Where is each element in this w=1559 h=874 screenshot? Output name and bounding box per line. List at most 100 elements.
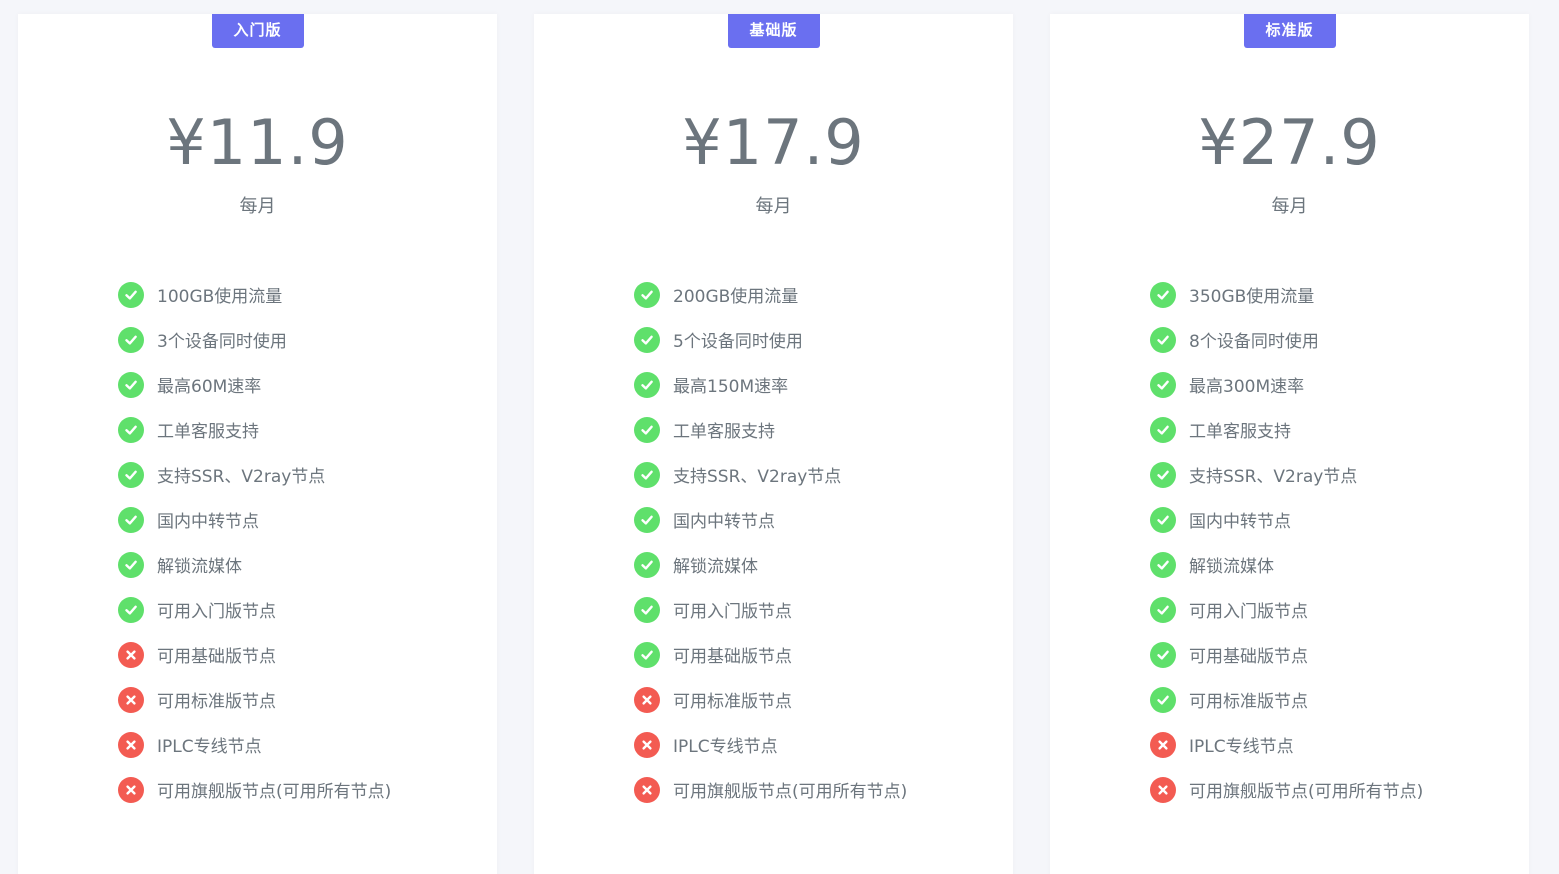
feature-item: 可用标准版节点	[118, 677, 391, 722]
check-circle-icon	[1150, 416, 1176, 443]
feature-item: 最高60M速率	[118, 362, 391, 407]
plan-badge: 标准版	[1243, 14, 1336, 48]
check-circle-icon	[1150, 551, 1176, 578]
feature-item: 可用基础版节点	[118, 632, 391, 677]
feature-label: 支持SSR、V2ray节点	[1189, 467, 1358, 487]
check-circle-icon	[1150, 641, 1176, 668]
feature-label: 国内中转节点	[1189, 512, 1291, 532]
check-circle-icon	[634, 596, 660, 623]
check-circle-icon	[1150, 596, 1176, 623]
feature-item: 解锁流媒体	[118, 542, 391, 587]
feature-label: 可用标准版节点	[673, 692, 792, 712]
feature-label: 支持SSR、V2ray节点	[673, 467, 842, 487]
feature-label: 可用标准版节点	[157, 692, 276, 712]
feature-item: 可用入门版节点	[118, 587, 391, 632]
plan-card-standard[interactable]: 标准版 ¥27.9 每月 350GB使用流量 8个设备同时使用 最高300M速率 工单…	[1050, 14, 1529, 874]
feature-label: 可用旗舰版节点(可用所有节点)	[157, 782, 392, 802]
check-circle-icon	[1150, 371, 1176, 398]
feature-item: IPLC专线节点	[634, 722, 907, 767]
plan-badge: 基础版	[727, 14, 820, 48]
feature-item: 最高300M速率	[1150, 362, 1423, 407]
feature-item: 350GB使用流量	[1150, 272, 1423, 317]
feature-label: 工单客服支持	[673, 422, 775, 442]
feature-label: 可用标准版节点	[1189, 692, 1308, 712]
plan-price: ¥11.9	[166, 106, 349, 179]
feature-item: 最高150M速率	[634, 362, 907, 407]
feature-item: 工单客服支持	[118, 407, 391, 452]
check-circle-icon	[1150, 461, 1176, 488]
feature-label: IPLC专线节点	[157, 737, 262, 757]
feature-label: 可用入门版节点	[673, 602, 792, 622]
feature-item: 可用入门版节点	[634, 587, 907, 632]
feature-item: 支持SSR、V2ray节点	[1150, 452, 1423, 497]
feature-label: 最高300M速率	[1189, 377, 1305, 397]
feature-label: 3个设备同时使用	[157, 332, 287, 352]
feature-label: 350GB使用流量	[1189, 287, 1315, 307]
feature-label: 支持SSR、V2ray节点	[157, 467, 326, 487]
feature-label: IPLC专线节点	[673, 737, 778, 757]
plan-card-basic[interactable]: 基础版 ¥17.9 每月 200GB使用流量 5个设备同时使用 最高150M速率 工单…	[534, 14, 1013, 874]
feature-label: 解锁流媒体	[1189, 557, 1274, 577]
feature-item: IPLC专线节点	[118, 722, 391, 767]
feature-item: 5个设备同时使用	[634, 317, 907, 362]
feature-item: 工单客服支持	[1150, 407, 1423, 452]
feature-label: 5个设备同时使用	[673, 332, 803, 352]
feature-label: 工单客服支持	[1189, 422, 1291, 442]
check-circle-icon	[634, 506, 660, 533]
feature-list: 200GB使用流量 5个设备同时使用最高150M速率工单客服支持支持SSR、V2r…	[634, 272, 907, 812]
plan-card-entry[interactable]: 入门版 ¥11.9 每月 100GB使用流量 3个设备同时使用 最高60M速率 工单客…	[18, 14, 497, 874]
feature-item: 可用旗舰版节点(可用所有节点)	[118, 767, 391, 812]
check-circle-icon	[1150, 326, 1176, 353]
feature-item: 3个设备同时使用	[118, 317, 391, 362]
x-circle-icon	[634, 776, 660, 803]
feature-list: 100GB使用流量 3个设备同时使用 最高60M速率工单客服支持支持SSR、V2ra…	[118, 272, 391, 812]
x-circle-icon	[118, 731, 144, 758]
plan-price: ¥17.9	[682, 106, 865, 179]
feature-item: 可用基础版节点	[634, 632, 907, 677]
feature-item: 可用旗舰版节点(可用所有节点)	[1150, 767, 1423, 812]
check-circle-icon	[634, 551, 660, 578]
feature-item: 国内中转节点	[1150, 497, 1423, 542]
check-circle-icon	[1150, 686, 1176, 713]
check-circle-icon	[1150, 506, 1176, 533]
feature-list: 350GB使用流量 8个设备同时使用 最高300M速率 工单客服支持支持SSR、V2r…	[1150, 272, 1423, 812]
feature-label: 可用基础版节点	[673, 647, 792, 667]
feature-label: 解锁流媒体	[157, 557, 242, 577]
x-circle-icon	[634, 686, 660, 713]
check-circle-icon	[634, 281, 660, 308]
plan-period: 每月	[239, 196, 276, 217]
feature-item: 可用旗舰版节点(可用所有节点)	[634, 767, 907, 812]
feature-label: 可用基础版节点	[157, 647, 276, 667]
feature-label: 可用入门版节点	[1189, 602, 1308, 622]
feature-item: IPLC专线节点	[1150, 722, 1423, 767]
check-circle-icon	[1150, 281, 1176, 308]
feature-item: 支持SSR、V2ray节点	[634, 452, 907, 497]
feature-label: 解锁流媒体	[673, 557, 758, 577]
check-circle-icon	[118, 371, 144, 398]
feature-label: 可用入门版节点	[157, 602, 276, 622]
feature-label: 可用基础版节点	[1189, 647, 1308, 667]
feature-label: 国内中转节点	[157, 512, 259, 532]
pricing-cards: 入门版 ¥11.9 每月 100GB使用流量 3个设备同时使用 最高60M速率 工单客…	[0, 0, 1559, 874]
check-circle-icon	[118, 551, 144, 578]
check-circle-icon	[634, 326, 660, 353]
check-circle-icon	[118, 596, 144, 623]
plan-period: 每月	[1271, 196, 1308, 217]
feature-item: 解锁流媒体	[1150, 542, 1423, 587]
feature-item: 100GB使用流量	[118, 272, 391, 317]
feature-item: 可用入门版节点	[1150, 587, 1423, 632]
feature-item: 200GB使用流量	[634, 272, 907, 317]
check-circle-icon	[634, 416, 660, 443]
check-circle-icon	[118, 461, 144, 488]
feature-item: 可用基础版节点	[1150, 632, 1423, 677]
feature-item: 工单客服支持	[634, 407, 907, 452]
feature-label: 最高60M速率	[157, 377, 262, 397]
check-circle-icon	[634, 641, 660, 668]
feature-label: 可用旗舰版节点(可用所有节点)	[1189, 782, 1424, 802]
feature-item: 8个设备同时使用	[1150, 317, 1423, 362]
feature-label: 100GB使用流量	[157, 287, 283, 307]
x-circle-icon	[118, 776, 144, 803]
feature-label: 8个设备同时使用	[1189, 332, 1319, 352]
x-circle-icon	[1150, 731, 1176, 758]
feature-item: 国内中转节点	[634, 497, 907, 542]
